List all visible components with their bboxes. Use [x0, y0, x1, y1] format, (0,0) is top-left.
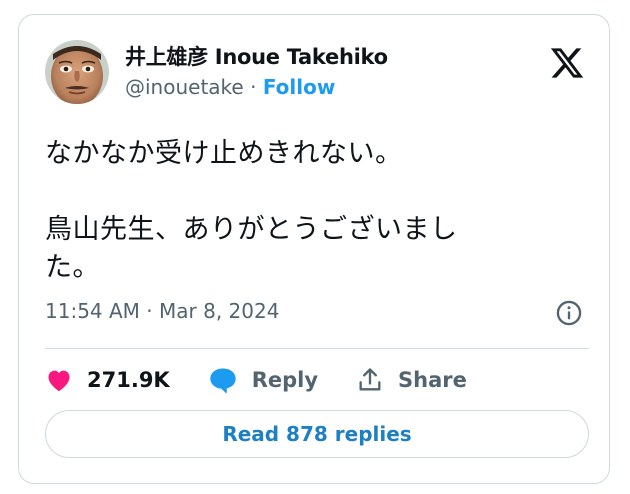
- x-logo-icon[interactable]: [549, 45, 585, 81]
- like-button[interactable]: 271.9K: [45, 366, 170, 394]
- divider: [45, 348, 589, 349]
- share-icon: [359, 368, 381, 391]
- avatar[interactable]: [45, 40, 109, 104]
- author-handle-row: @inouetake · Follow: [125, 75, 335, 99]
- author-handle[interactable]: @inouetake: [125, 75, 244, 99]
- reply-button[interactable]: Reply: [208, 366, 318, 394]
- like-count: 271.9K: [87, 368, 170, 392]
- handle-separator: ·: [243, 75, 263, 99]
- author-display-name[interactable]: 井上雄彦 Inoue Takehiko: [125, 41, 388, 71]
- share-label: Share: [398, 368, 467, 392]
- info-icon[interactable]: [555, 299, 583, 327]
- share-button[interactable]: Share: [356, 366, 467, 394]
- heart-icon: [48, 370, 70, 392]
- read-replies-button[interactable]: Read 878 replies: [45, 410, 589, 458]
- tweet-text: なかなか受け止めきれない。 鳥山先生、ありがとうございまし た。: [45, 138, 458, 283]
- reply-bubble-icon: [210, 368, 236, 394]
- tweet-card: 井上雄彦 Inoue Takehiko @inouetake · Follow …: [18, 14, 610, 484]
- avatar-image: [45, 40, 109, 104]
- tweet-actions: 271.9K Reply Share: [45, 362, 505, 398]
- follow-button[interactable]: Follow: [263, 75, 336, 99]
- reply-label: Reply: [251, 368, 319, 392]
- tweet-timestamp[interactable]: 11:54 AM · Mar 8, 2024: [45, 299, 279, 323]
